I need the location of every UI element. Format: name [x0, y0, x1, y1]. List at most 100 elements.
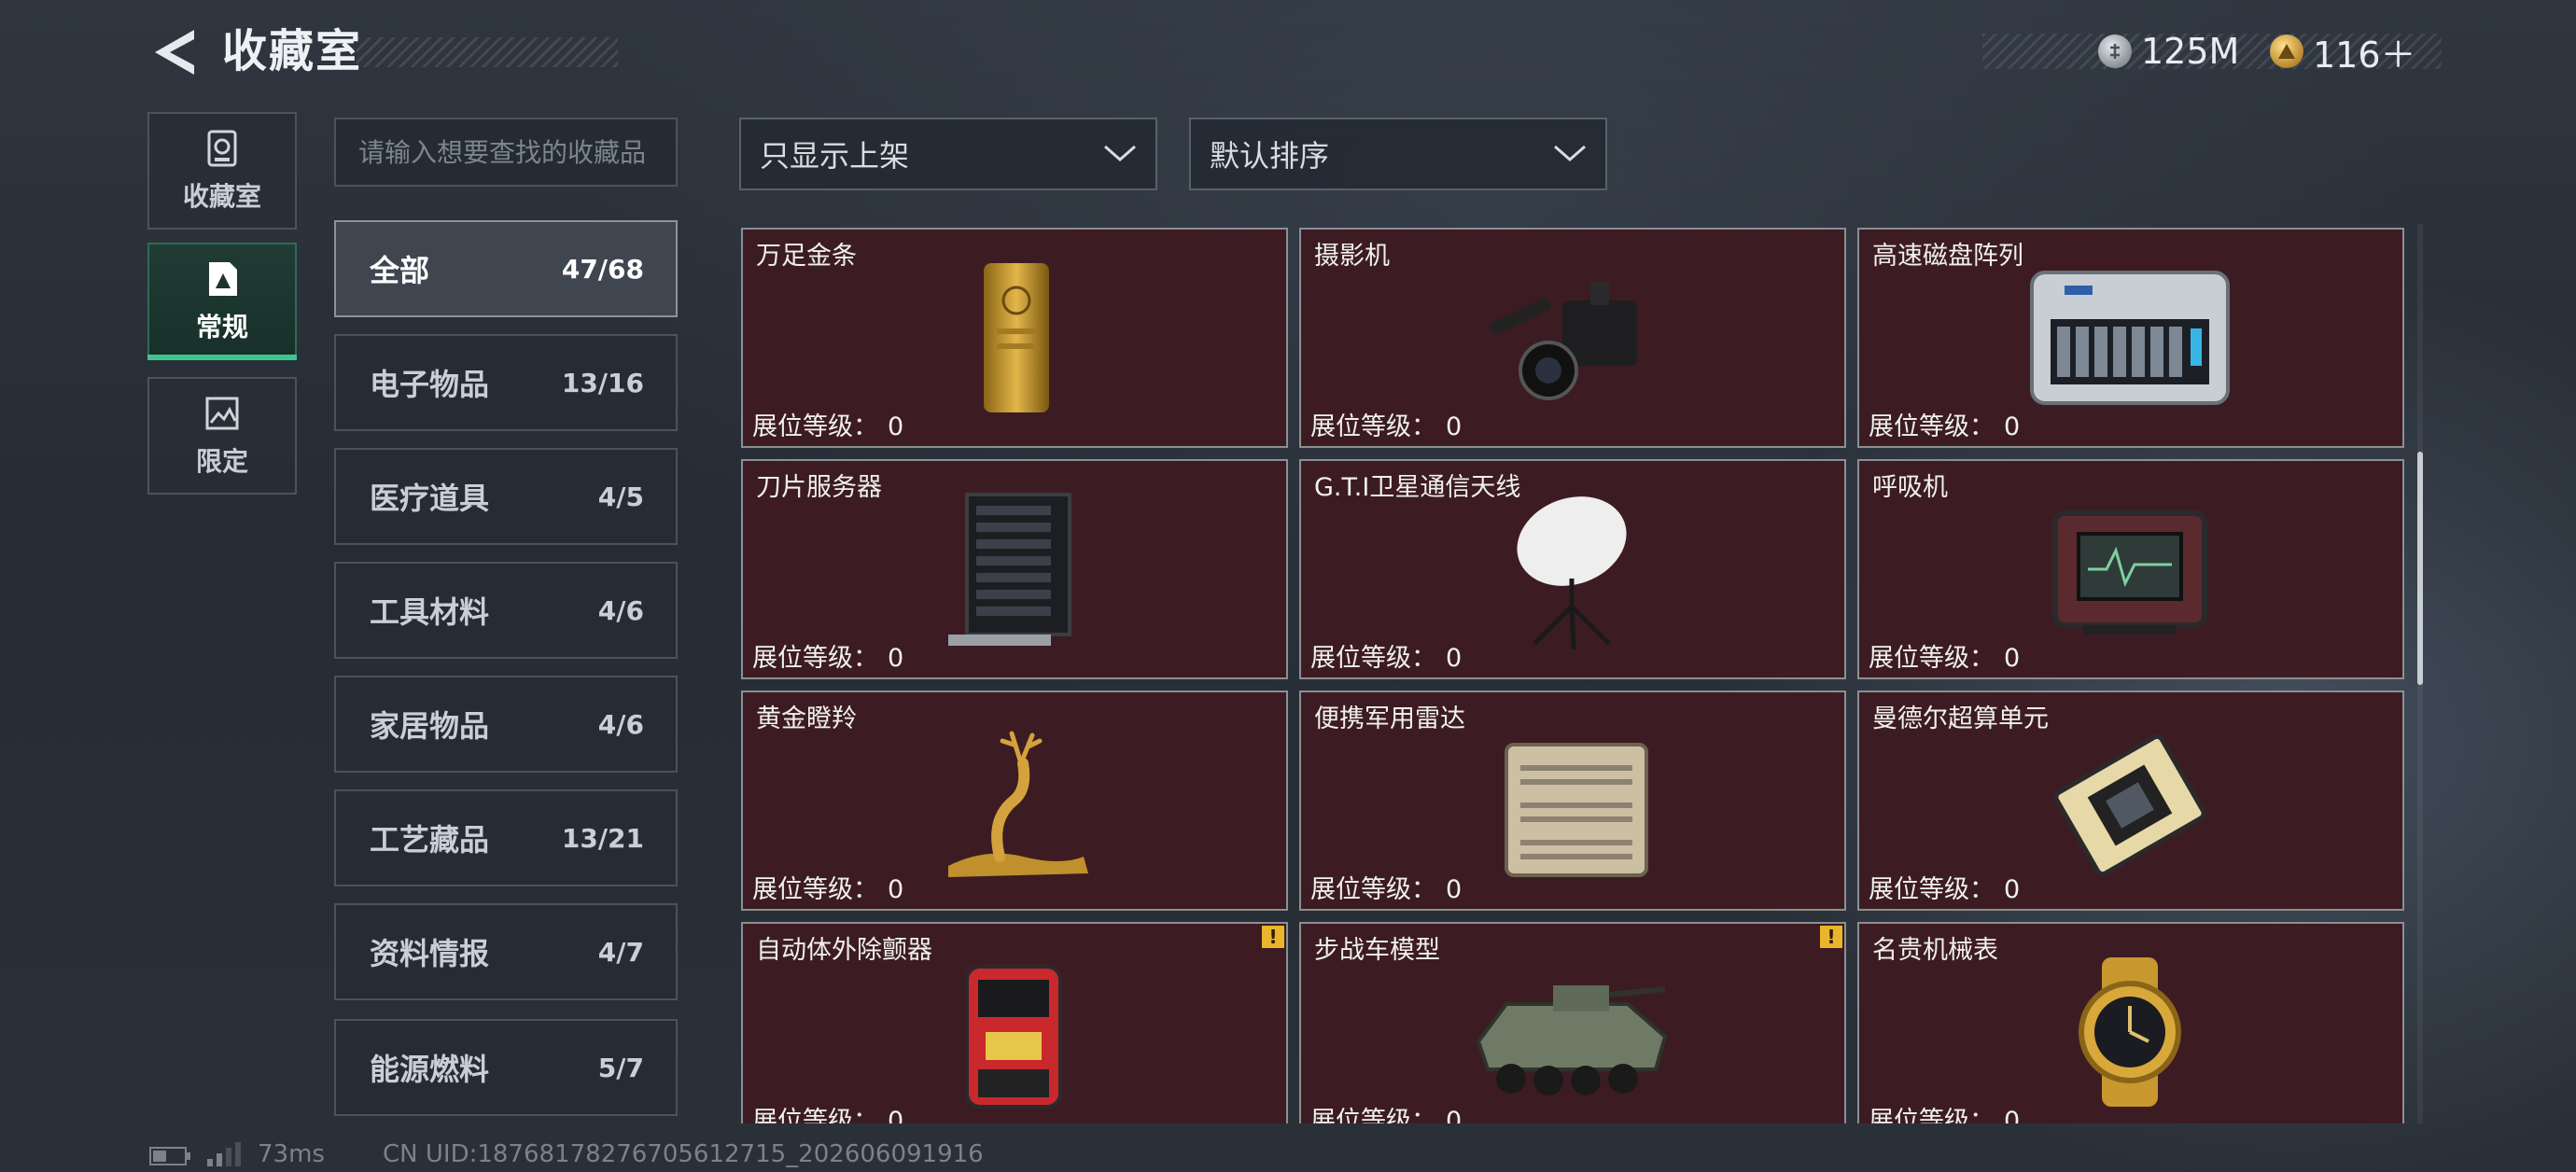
grid-scrollbar-thumb[interactable] [2417, 452, 2423, 685]
item-name: 便携军用雷达 [1314, 705, 1465, 733]
ping-text: 73ms [258, 1140, 325, 1168]
level-label: 展位等级： [752, 875, 878, 904]
category-name: 全部 [370, 253, 430, 288]
sort-dropdown[interactable]: 默认排序 [1189, 118, 1607, 190]
item-card[interactable]: 呼吸机 展位等级： 0 [1857, 459, 2404, 679]
currency-value: 125M [2141, 31, 2240, 72]
warning-badge: ! [1262, 926, 1284, 948]
back-button[interactable] [147, 24, 200, 80]
gold-bar-icon [984, 263, 1049, 412]
item-card[interactable]: 曼德尔超算单元 展位等级： 0 [1857, 691, 2404, 911]
nav-tab-collection-room[interactable]: 收藏室 [147, 112, 297, 230]
item-name: 自动体外除颤器 [756, 936, 932, 965]
level-value: 0 [888, 1107, 904, 1123]
category-count: 47/68 [561, 253, 644, 285]
level-label: 展位等级： [1869, 412, 1995, 441]
display-level: 展位等级： 0 [1869, 637, 2020, 674]
page-title: 收藏室 [222, 25, 363, 77]
level-value: 0 [1446, 644, 1463, 673]
display-level: 展位等级： 0 [1869, 1100, 2020, 1123]
item-name: 刀片服务器 [756, 473, 882, 502]
item-card[interactable]: 黄金瞪羚 展位等级： 0 [741, 691, 1288, 911]
level-value: 0 [1446, 412, 1463, 441]
category-intel[interactable]: 资料情报 4/7 [334, 903, 678, 1000]
chevron-down-icon [1104, 145, 1136, 161]
title-decoration [357, 37, 618, 67]
category-medical[interactable]: 医疗道具 4/5 [334, 448, 678, 545]
item-card[interactable]: G.T.I卫星通信天线 展位等级： 0 [1299, 459, 1846, 679]
supercompute-unit-icon [2053, 733, 2206, 877]
category-name: 医疗道具 [370, 481, 490, 516]
nav-tab-label: 收藏室 [182, 181, 261, 212]
level-value: 0 [2004, 875, 2021, 904]
level-label: 展位等级： [1869, 875, 1995, 904]
defibrillator-icon [965, 965, 1062, 1109]
nav-tab-limited[interactable]: 限定 [147, 377, 297, 495]
level-label: 展位等级： [1310, 875, 1436, 904]
item-name: 曼德尔超算单元 [1872, 705, 2049, 733]
display-level: 展位等级： 0 [1310, 406, 1462, 442]
level-value: 0 [2004, 644, 2021, 673]
item-name: 黄金瞪羚 [756, 705, 857, 733]
currency-value: 116＋ [2313, 34, 2416, 76]
level-label: 展位等级： [1310, 412, 1436, 441]
category-household[interactable]: 家居物品 4/6 [334, 676, 678, 773]
level-value: 0 [2004, 1107, 2021, 1123]
warning-badge: ! [1820, 926, 1842, 948]
display-level: 展位等级： 0 [752, 406, 903, 442]
category-name: 工具材料 [370, 594, 490, 630]
category-energy[interactable]: 能源燃料 5/7 [334, 1019, 678, 1116]
signal-icon [207, 1142, 241, 1166]
level-label: 展位等级： [752, 644, 878, 673]
item-card[interactable]: ! 步战车模型 展位等级： 0 [1299, 922, 1846, 1123]
level-value: 0 [2004, 412, 2021, 441]
currency-gold[interactable]: 116＋ [2270, 28, 2416, 76]
display-level: 展位等级： 0 [1310, 637, 1462, 674]
video-camera-icon [1490, 282, 1637, 400]
category-name: 电子物品 [370, 367, 490, 402]
category-name: 资料情报 [370, 936, 490, 971]
category-name: 家居物品 [370, 708, 490, 744]
level-value: 0 [888, 412, 904, 441]
golden-gazelle-icon [948, 731, 1088, 877]
category-tools[interactable]: 工具材料 4/6 [334, 562, 678, 659]
display-level: 展位等级： 0 [1869, 869, 2020, 905]
search-input[interactable] [334, 118, 678, 187]
item-card[interactable]: 万足金条 展位等级： 0 [741, 228, 1288, 448]
uid-text: CN UID:1876817827670561271​5_20260609191… [383, 1140, 984, 1168]
display-level: 展位等级： 0 [1310, 869, 1462, 905]
category-count: 4/5 [597, 481, 644, 512]
document-icon [209, 262, 237, 296]
military-radar-icon [1505, 743, 1648, 877]
item-card[interactable]: 摄影机 展位等级： 0 [1299, 228, 1846, 448]
collection-grid: 万足金条 展位等级： 0 摄影机 展位等级： 0 高速磁盘阵列 展位等级： 0 … [739, 224, 2410, 1123]
category-all[interactable]: 全部 47/68 [334, 220, 678, 317]
item-name: 万足金条 [756, 242, 857, 271]
disk-array-icon [2030, 271, 2230, 405]
display-level: 展位等级： 0 [1310, 1100, 1462, 1123]
nav-tab-regular[interactable]: 常规 [147, 243, 297, 360]
display-level: 展位等级： 0 [752, 1100, 903, 1123]
item-card[interactable]: 刀片服务器 展位等级： 0 [741, 459, 1288, 679]
category-count: 4/7 [597, 936, 644, 968]
category-electronics[interactable]: 电子物品 13/16 [334, 334, 678, 431]
item-name: 呼吸机 [1872, 473, 1948, 502]
back-arrow-icon [155, 30, 194, 75]
item-card[interactable]: 便携军用雷达 展位等级： 0 [1299, 691, 1846, 911]
item-card[interactable]: 高速磁盘阵列 展位等级： 0 [1857, 228, 2404, 448]
ifv-model-icon [1476, 985, 1668, 1095]
item-name: 步战车模型 [1314, 936, 1440, 965]
category-count: 5/7 [597, 1052, 644, 1083]
item-name: 高速磁盘阵列 [1872, 242, 2023, 271]
trophy-cabinet-icon [207, 130, 237, 167]
category-count: 13/21 [561, 822, 644, 854]
item-card[interactable]: ! 自动体外除颤器 展位等级： 0 [741, 922, 1288, 1123]
nav-tab-label: 限定 [195, 446, 248, 477]
nav-tab-label: 常规 [195, 312, 248, 342]
category-count: 4/6 [597, 708, 644, 740]
item-name: 名贵机械表 [1872, 936, 1998, 965]
category-crafts[interactable]: 工艺藏品 13/21 [334, 789, 678, 886]
currency-silver[interactable]: 125M [2098, 28, 2239, 75]
shelf-filter-dropdown[interactable]: 只显示上架 [739, 118, 1157, 190]
item-card[interactable]: 名贵机械表 展位等级： 0 [1857, 922, 2404, 1123]
